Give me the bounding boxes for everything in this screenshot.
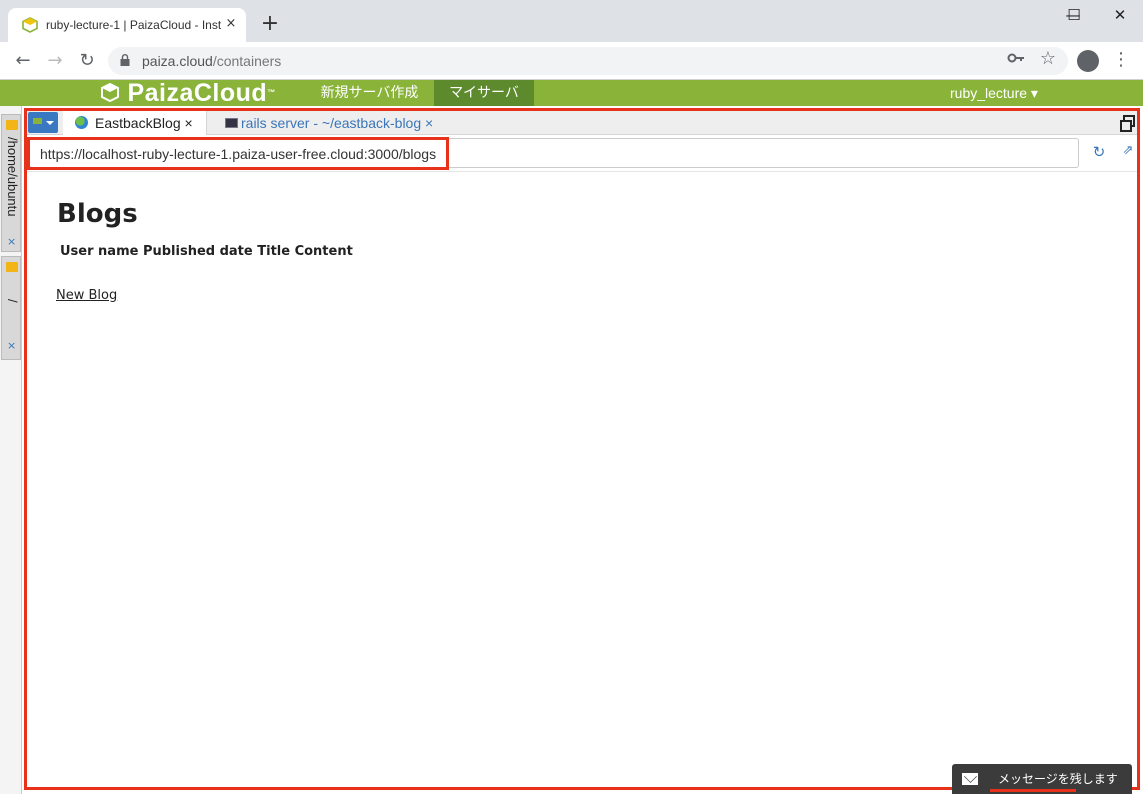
table-header-row: User name Published date Title Content <box>60 244 353 259</box>
sidebar-item-label: / <box>5 299 20 303</box>
menu-dots-icon[interactable]: ⋮ <box>1112 48 1130 72</box>
tab-label: EastbackBlog × <box>95 115 193 131</box>
sidebar-item-label: /home/ubuntu <box>5 137 20 217</box>
paiza-header: PaizaCloud™ 新規サーバ作成 マイサーバ ruby_lecture ▾ <box>0 80 1143 106</box>
mail-icon <box>962 773 978 785</box>
back-button[interactable]: ← <box>10 48 36 74</box>
tab-eastbackblog[interactable]: EastbackBlog × <box>63 111 207 135</box>
logo-tm: ™ <box>267 88 276 97</box>
page-content: Blogs User name Published date Title Con… <box>27 173 1137 787</box>
new-blog-link[interactable]: New Blog <box>56 288 117 303</box>
forward-button[interactable]: → <box>42 48 68 74</box>
folder-sidebar: /home/ubuntu × / × <box>0 106 22 794</box>
key-icon[interactable] <box>1007 49 1025 67</box>
message-label: メッセージを残します <box>998 772 1118 786</box>
terminal-icon <box>225 118 238 128</box>
new-tab-button[interactable]: + <box>258 12 282 36</box>
editor-panel: EastbackBlog × rails server - ~/eastback… <box>24 108 1140 790</box>
maximize-button[interactable]: ☐ <box>1051 0 1097 30</box>
address-url: paiza.cloud/containers <box>142 53 281 69</box>
paiza-logo-text: PaizaCloud <box>127 79 268 107</box>
app-icon <box>33 118 42 124</box>
close-window-button[interactable]: ✕ <box>1097 0 1143 30</box>
url-highlight-box <box>27 137 449 170</box>
minimize-icon[interactable] <box>1008 0 1054 30</box>
panel-tabbar: EastbackBlog × rails server - ~/eastback… <box>27 111 1137 135</box>
browser-titlebar: ruby-lecture-1 | PaizaCloud - Inst × + —… <box>0 0 1143 42</box>
folder-icon <box>6 262 18 272</box>
url-host: paiza.cloud <box>142 53 213 69</box>
panel-url-row: https://localhost-ruby-lecture-1.paiza-u… <box>27 136 1137 172</box>
profile-icon[interactable] <box>1077 50 1099 72</box>
paiza-logo[interactable]: PaizaCloud™ <box>100 80 276 106</box>
url-path: /containers <box>212 53 282 69</box>
user-menu[interactable]: ruby_lecture ▾ <box>950 80 1038 106</box>
paiza-favicon-icon <box>22 17 38 33</box>
caret-down-icon <box>46 121 54 125</box>
close-icon[interactable]: × <box>7 339 16 352</box>
tab-rails-server[interactable]: rails server - ~/eastback-blog × <box>223 111 443 135</box>
panel-reload-icon[interactable]: ↻ <box>1091 144 1107 160</box>
external-link-icon[interactable]: ⇗ <box>1121 144 1135 158</box>
star-icon[interactable]: ☆ <box>1038 49 1058 69</box>
message-underline <box>990 789 1076 792</box>
app-menu-button[interactable] <box>28 112 58 133</box>
tab-close-icon[interactable]: × <box>222 14 240 34</box>
lock-icon <box>120 54 130 66</box>
close-icon[interactable]: × <box>7 235 16 248</box>
popout-icon[interactable] <box>1120 115 1135 132</box>
sidebar-item-home[interactable]: /home/ubuntu × <box>1 114 21 252</box>
browser-toolbar: ← → ↻ paiza.cloud/containers <box>0 42 1143 80</box>
nav-new-server[interactable]: 新規サーバ作成 <box>306 80 433 106</box>
reload-button[interactable]: ↻ <box>74 48 100 74</box>
paiza-logo-icon <box>101 82 119 103</box>
nav-my-server[interactable]: マイサーバ <box>434 80 534 106</box>
page-title: Blogs <box>57 199 138 229</box>
browser-tab-title: ruby-lecture-1 | PaizaCloud - Inst <box>46 18 222 32</box>
globe-icon <box>75 116 88 129</box>
browser-tab[interactable]: ruby-lecture-1 | PaizaCloud - Inst × <box>8 8 246 42</box>
folder-icon <box>6 120 18 130</box>
address-bar[interactable]: paiza.cloud/containers <box>108 47 1068 75</box>
sidebar-item-root[interactable]: / × <box>1 256 21 360</box>
tab-label: rails server - ~/eastback-blog × <box>241 115 434 131</box>
